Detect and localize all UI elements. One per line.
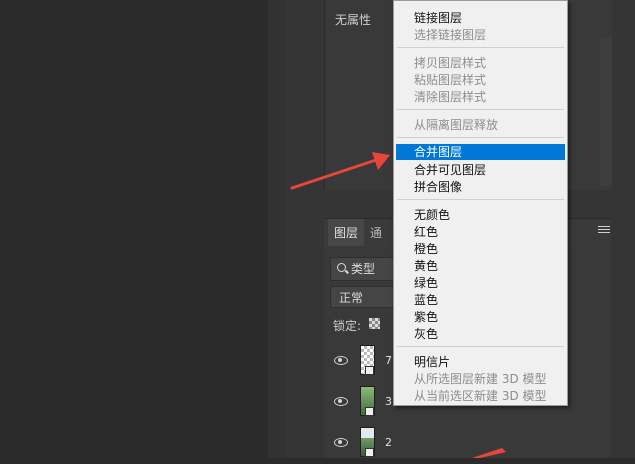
blend-mode-select[interactable]: 正常 <box>330 286 394 308</box>
menu-separator <box>397 47 564 48</box>
menu-item-color-green[interactable]: 绿色 <box>394 275 567 291</box>
no-properties-label: 无属性 <box>335 13 372 27</box>
menu-item-3d-from-layer: 从所选图层新建 3D 模型 <box>414 372 547 386</box>
menu-item-merge-layers[interactable]: 合并图层 <box>396 144 565 160</box>
tab-channels[interactable]: 通 <box>370 219 382 247</box>
panel-menu-icon[interactable] <box>598 226 610 236</box>
properties-scrollbar[interactable] <box>600 38 612 186</box>
menu-separator <box>397 199 564 200</box>
menu-item-3d-from-selection: 从当前选区新建 3D 模型 <box>414 389 547 403</box>
visibility-eye-icon[interactable] <box>334 356 348 365</box>
menu-item-flatten-image[interactable]: 拼合图像 <box>394 179 567 195</box>
menu-separator <box>397 137 564 138</box>
menu-item-release-isolation: 从隔离图层释放 <box>414 118 499 132</box>
menu-item-color-orange[interactable]: 橙色 <box>394 241 567 257</box>
menu-item-select-linked-layers: 选择链接图层 <box>414 28 487 42</box>
layer-row[interactable]: 2 <box>324 424 611 464</box>
menu-item-color-none[interactable]: 无颜色 <box>394 207 567 223</box>
tab-layers[interactable]: 图层 <box>328 219 364 247</box>
menu-separator <box>397 346 564 347</box>
search-icon <box>337 263 346 272</box>
layer-name: 2 <box>385 436 392 449</box>
smart-object-icon <box>365 407 374 416</box>
layer-filter-dropdown[interactable]: 类型 <box>330 257 396 281</box>
menu-separator <box>397 109 564 110</box>
menu-item-color-yellow[interactable]: 黄色 <box>394 258 567 274</box>
layer-context-menu: 链接图层 选择链接图层 拷贝图层样式 粘贴图层样式 清除图层样式 从隔离图层释放… <box>393 0 568 406</box>
layer-name: 7 <box>385 354 392 367</box>
menu-item-paste-layer-style: 粘贴图层样式 <box>414 73 487 87</box>
menu-item-color-violet[interactable]: 紫色 <box>394 309 567 325</box>
panel-divider <box>268 0 286 458</box>
menu-item-copy-layer-style: 拷贝图层样式 <box>414 56 487 70</box>
layer-name: 3 <box>385 395 392 408</box>
menu-item-color-gray[interactable]: 灰色 <box>394 326 567 342</box>
menu-item-merge-visible[interactable]: 合并可见图层 <box>394 162 567 178</box>
smart-object-icon <box>365 366 374 375</box>
layer-filter-label: 类型 <box>351 262 376 276</box>
annotation-arrow-icon <box>472 448 506 458</box>
menu-item-clear-layer-style: 清除图层样式 <box>414 90 487 104</box>
lock-transparency-icon[interactable] <box>369 318 380 329</box>
annotation-arrow-icon <box>290 152 390 190</box>
visibility-eye-icon[interactable] <box>334 438 348 447</box>
smart-object-icon <box>365 448 374 457</box>
menu-item-link-layers[interactable]: 链接图层 <box>394 10 567 26</box>
menu-item-postcard[interactable]: 明信片 <box>394 354 567 370</box>
visibility-eye-icon[interactable] <box>334 397 348 406</box>
document-canvas <box>0 0 268 458</box>
menu-item-color-blue[interactable]: 蓝色 <box>394 292 567 308</box>
menu-item-color-red[interactable]: 红色 <box>394 224 567 240</box>
lock-label: 锁定: <box>333 319 362 333</box>
